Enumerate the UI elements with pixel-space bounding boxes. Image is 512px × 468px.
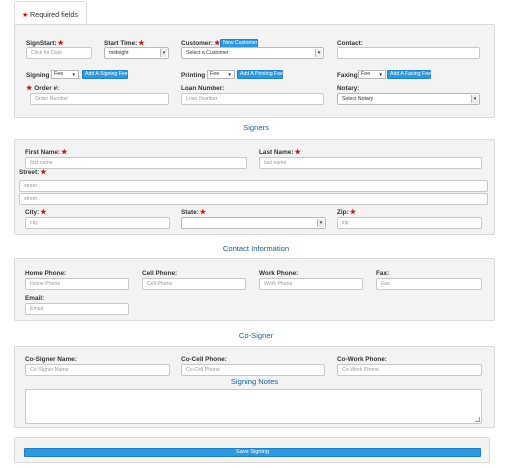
street-label: Street:★	[19, 169, 47, 176]
co-signer-name-input[interactable]	[25, 364, 170, 376]
required-star-icon: ★	[61, 149, 68, 156]
first-name-input[interactable]	[25, 157, 247, 169]
loan-number-input[interactable]	[181, 93, 324, 105]
printing-fee-select[interactable]: Fee ▼	[207, 70, 235, 79]
city-label: City:★	[25, 209, 47, 216]
signing-info-panel: SignStart:★ Start Time:★ midnight▾ Custo…	[14, 24, 495, 118]
starttime-select[interactable]: midnight ▾	[104, 47, 169, 59]
co-work-phone-input[interactable]	[337, 364, 482, 376]
email-label: Email:	[25, 295, 45, 302]
signing-fee-label: Signing	[26, 72, 50, 79]
add-signing-fee-button[interactable]: Add A Signing Fee	[82, 70, 128, 79]
required-fields-tab[interactable]: ★ Required fields	[14, 1, 87, 24]
state-label: State:★	[181, 209, 207, 216]
email-input[interactable]	[25, 303, 129, 315]
order-label: ★ Order #:	[26, 85, 60, 92]
street-line1-input[interactable]	[19, 180, 488, 192]
co-cell-phone-input[interactable]	[181, 364, 325, 376]
footer-panel: Save Signing	[14, 437, 490, 463]
work-phone-input[interactable]	[259, 278, 363, 290]
chevron-down-icon: ▼	[71, 72, 76, 77]
co-signer-heading: Co-Signer	[238, 331, 274, 340]
fax-input[interactable]	[376, 278, 482, 290]
required-star-icon: ★	[57, 40, 64, 47]
last-name-label: Last Name:★	[259, 149, 301, 156]
work-phone-label: Work Phone:	[259, 270, 299, 277]
save-signing-button[interactable]: Save Signing	[24, 448, 481, 457]
faxing-fee-select[interactable]: Fee ▼	[358, 70, 386, 79]
cell-phone-input[interactable]	[142, 278, 246, 290]
co-cell-phone-label: Co-Cell Phone:	[181, 356, 227, 363]
required-star-icon: ★	[349, 209, 356, 216]
required-star-icon: ★	[22, 12, 29, 19]
resize-grip-icon[interactable]	[475, 417, 480, 422]
faxing-fee-label: Faxing	[337, 72, 358, 79]
required-fields-label: Required fields	[30, 10, 78, 19]
zip-label: Zip:★	[337, 209, 356, 216]
contact-information-heading: Contact Information	[222, 244, 290, 253]
chevron-down-icon: ▾	[317, 219, 324, 227]
last-name-input[interactable]	[259, 157, 482, 169]
zip-input[interactable]	[337, 217, 482, 229]
signing-notes-heading: Signing Notes	[230, 377, 279, 386]
home-phone-label: Home Phone:	[25, 270, 67, 277]
signstart-input[interactable]	[26, 47, 92, 59]
signers-panel: First Name:★ Last Name:★ Street:★ City:★…	[14, 139, 495, 235]
required-star-icon: ★	[40, 169, 47, 176]
printing-fee-label: Printing	[181, 72, 206, 79]
add-printing-fee-button[interactable]: Add A Printing Fee	[237, 70, 283, 79]
first-name-label: First Name:★	[25, 149, 68, 156]
loan-number-label: Loan Number:	[181, 85, 225, 92]
add-faxing-fee-button[interactable]: Add A Faxing Fee	[387, 70, 431, 79]
home-phone-input[interactable]	[25, 278, 129, 290]
co-work-phone-label: Co-Work Phone:	[337, 356, 387, 363]
required-star-icon: ★	[199, 209, 207, 216]
required-star-icon: ★	[26, 85, 33, 92]
contact-panel: Home Phone: Cell Phone: Work Phone: Fax:…	[14, 258, 495, 321]
chevron-down-icon: ▾	[160, 49, 167, 57]
required-star-icon: ★	[294, 149, 301, 156]
chevron-down-icon: ▼	[378, 72, 383, 77]
cell-phone-label: Cell Phone:	[142, 270, 178, 277]
customer-select[interactable]: Select a Customer ▾	[181, 47, 324, 59]
notary-label: Notary:	[337, 85, 360, 92]
notary-select[interactable]: Select Notary ▾	[337, 93, 480, 105]
street-line2-input[interactable]	[19, 193, 488, 205]
required-star-icon: ★	[138, 40, 145, 47]
co-signer-name-label: Co-Signer Name:	[25, 356, 77, 363]
signing-notes-textarea[interactable]	[25, 389, 482, 424]
signing-fee-select[interactable]: Fee ▼	[51, 70, 79, 79]
chevron-down-icon: ▾	[315, 49, 322, 57]
state-select[interactable]: ▾	[181, 217, 326, 229]
signers-heading: Signers	[243, 123, 269, 132]
chevron-down-icon: ▾	[471, 95, 478, 103]
chevron-down-icon: ▼	[227, 72, 232, 77]
contact-input[interactable]	[337, 47, 480, 59]
fax-label: Fax:	[376, 270, 390, 277]
order-number-input[interactable]	[30, 93, 169, 105]
required-star-icon: ★	[40, 209, 47, 216]
co-signer-panel: Co-Signer Name: Co-Cell Phone: Co-Work P…	[14, 346, 495, 428]
city-input[interactable]	[25, 217, 170, 229]
